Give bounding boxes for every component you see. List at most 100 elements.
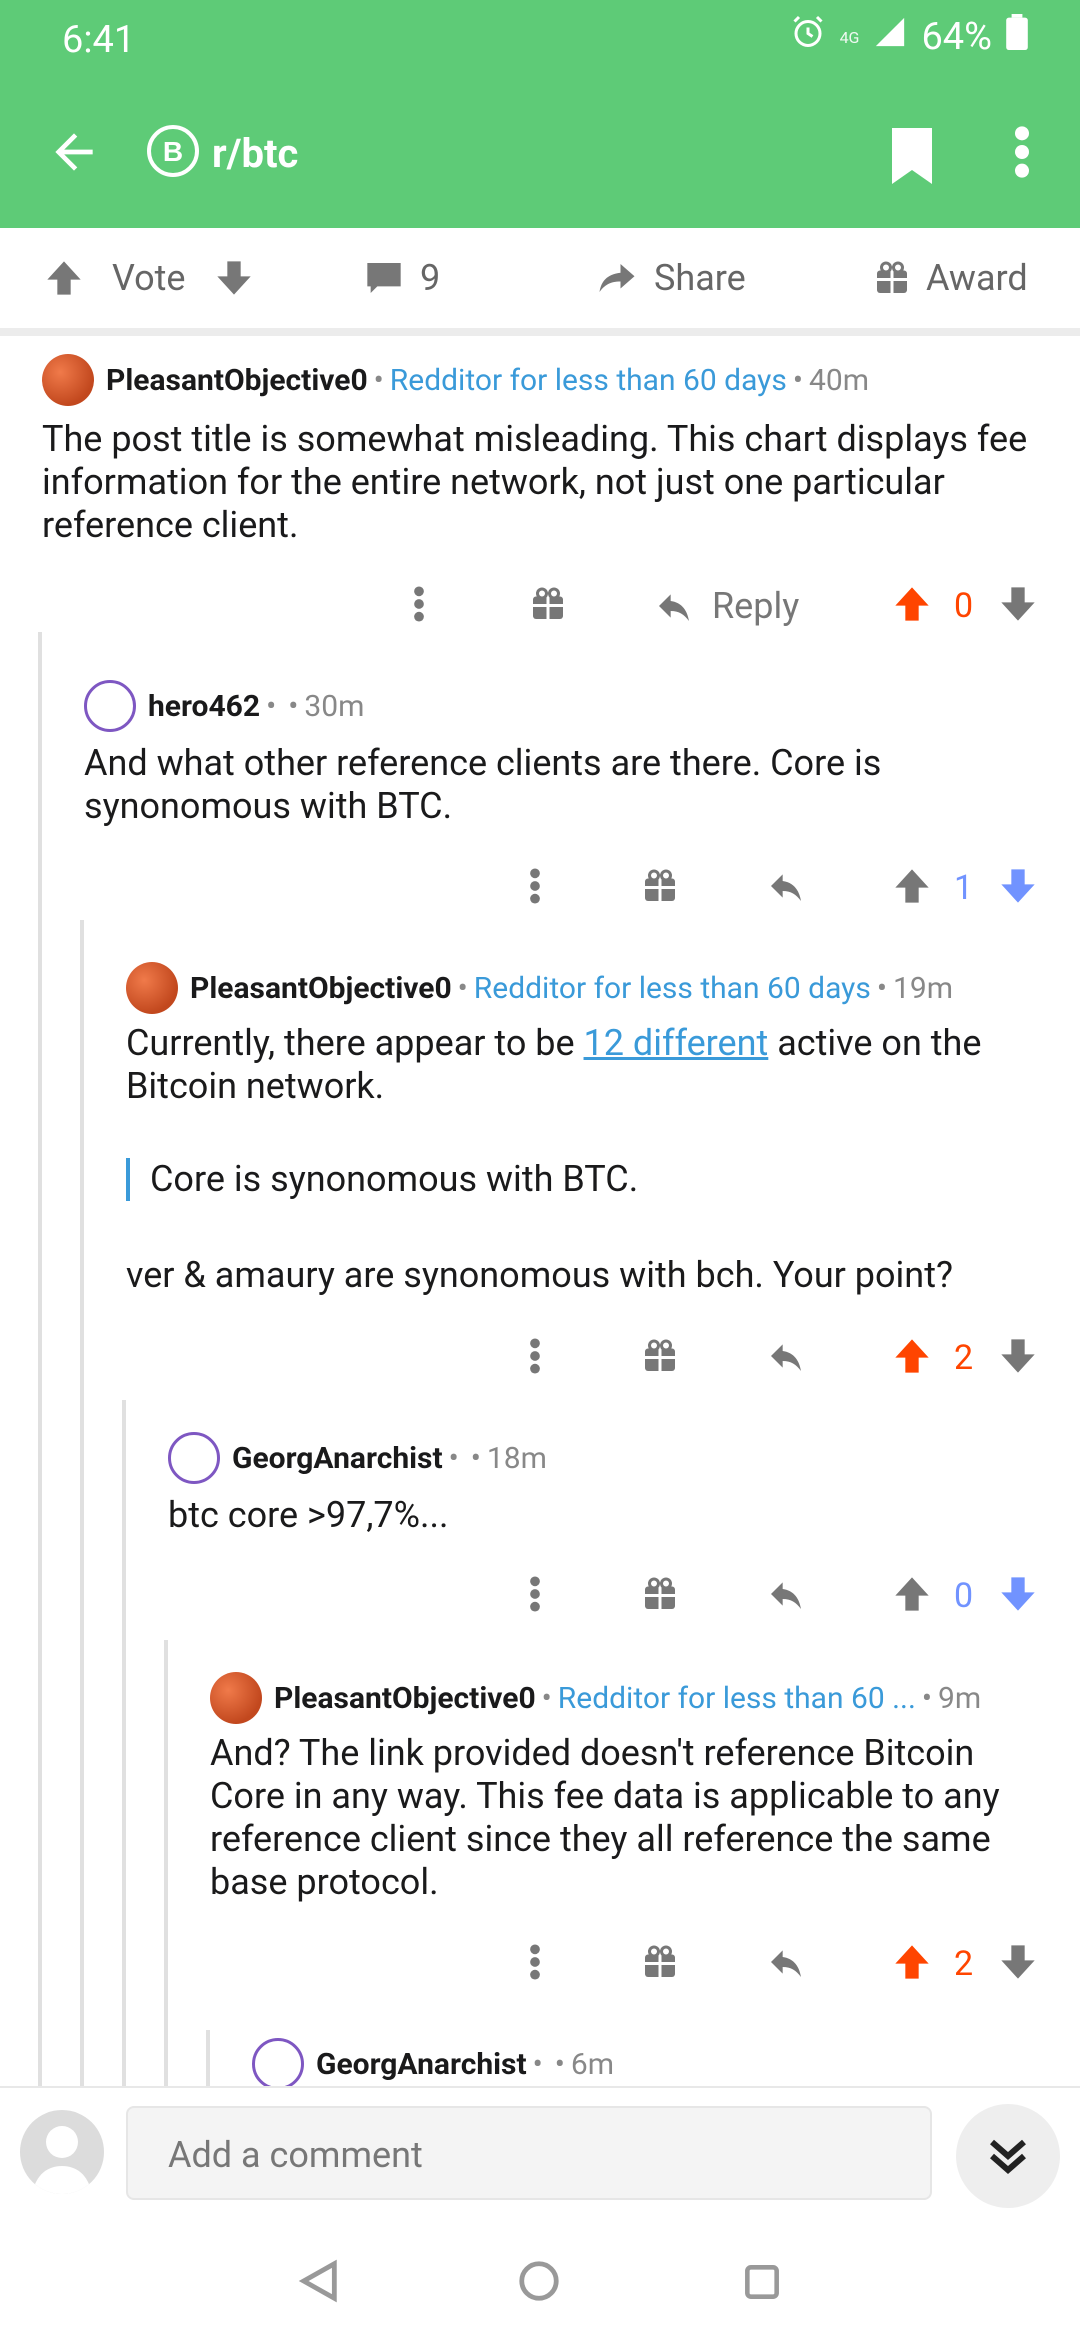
more-vertical-icon[interactable] [528,1575,542,1617]
blockquote: Core is synonomous with BTC. [126,1158,1030,1201]
reply-icon[interactable] [766,1574,806,1618]
comment-age: 30m [304,688,365,724]
user-avatar[interactable] [20,2110,104,2194]
downvote-icon[interactable] [998,866,1038,910]
upvote-icon[interactable] [892,584,932,628]
comment-age: 19m [892,970,953,1006]
comment-author[interactable]: hero462 [148,689,260,724]
reply-icon[interactable] [766,866,806,910]
thread-line[interactable] [80,920,84,2086]
share-icon [599,264,635,292]
gift-icon[interactable] [642,1338,678,1378]
comment-author[interactable]: PleasantObjective0 [274,1681,536,1716]
post-action-bar: Vote 9 Share Award [0,228,1080,336]
comment-score: 1 [954,868,974,908]
comment-body: btc core >97,7%... [168,1494,449,1536]
gift-icon[interactable] [642,868,678,908]
comment-score: 0 [954,586,974,626]
reply-icon [659,594,689,621]
downvote-icon[interactable] [998,584,1038,628]
downvote-icon[interactable] [998,1942,1038,1986]
thread-line[interactable] [164,1640,168,2086]
award-button[interactable]: Award [874,257,1028,299]
comment-body: Currently, there appear to be 12 differe… [126,1022,982,1107]
double-chevron-down-icon [990,2139,1026,2174]
upvote-icon[interactable] [892,1574,932,1618]
alarm-icon [790,14,826,60]
bitcoin-icon: B [146,124,200,182]
user-flair: Redditor for less than 60 days [389,362,787,398]
scroll-next-button[interactable] [956,2104,1060,2208]
comment-body: And what other reference clients are the… [84,742,882,827]
recents-square-icon[interactable] [740,2260,784,2308]
add-comment-placeholder: Add a comment [168,2134,423,2176]
gift-icon [877,261,907,293]
upvote-icon[interactable] [892,1942,932,1986]
more-vertical-icon[interactable] [528,867,542,909]
network-label: 4G [839,27,860,47]
comment-score: 0 [954,1576,974,1616]
share-button[interactable]: Share [596,257,746,299]
comment-author[interactable]: PleasantObjective0 [106,363,368,398]
add-comment-input[interactable]: Add a comment [126,2106,932,2200]
comment-age: 40m [808,362,869,398]
vote-control[interactable]: Vote [44,257,254,299]
more-vertical-icon[interactable] [412,585,426,627]
reply-icon[interactable] [766,1942,806,1986]
reply-button[interactable]: Reply [654,585,799,627]
avatar[interactable] [210,1672,262,1724]
more-vertical-icon[interactable] [528,1943,542,1985]
avatar[interactable] [252,2038,304,2090]
reply-icon[interactable] [766,1336,806,1380]
upvote-icon[interactable] [892,1336,932,1380]
upvote-icon[interactable] [44,258,84,298]
comment-age: 18m [486,1440,547,1476]
avatar[interactable] [42,354,94,406]
gift-icon[interactable] [642,1576,678,1616]
gift-icon[interactable] [642,1944,678,1984]
status-time: 6:41 [62,18,136,62]
back-triangle-icon[interactable] [296,2258,342,2308]
gift-icon[interactable] [530,586,566,626]
downvote-icon[interactable] [998,1574,1038,1618]
comment-body: The post title is somewhat misleading. T… [42,418,1028,546]
vote-label: Vote [112,257,186,299]
comment-icon [367,263,401,293]
comment-age: 6m [570,2046,615,2082]
system-nav-bar [0,2210,1080,2340]
downvote-icon[interactable] [214,258,254,298]
more-vertical-icon[interactable] [528,1337,542,1379]
more-vertical-icon[interactable] [1012,124,1032,184]
comment-body: And? The link provided doesn't reference… [210,1732,1000,1903]
signal-icon [873,15,907,59]
comments-count[interactable]: 9 [364,257,440,299]
avatar[interactable] [126,962,178,1014]
comment-author[interactable]: GeorgAnarchist [232,1441,443,1476]
downvote-icon[interactable] [998,1336,1038,1380]
back-arrow-icon[interactable] [46,124,102,184]
comment-score: 2 [954,1338,974,1378]
user-flair: Redditor for less than 60 days [473,970,871,1006]
status-bar: 6:41 4G 64% [0,0,1080,80]
comment-score: 2 [954,1944,974,1984]
battery-icon [1006,14,1028,60]
bookmark-icon[interactable] [888,128,936,188]
avatar[interactable] [168,1432,220,1484]
comment-link[interactable]: 12 different [584,1022,769,1064]
comment-author[interactable]: GeorgAnarchist [316,2047,527,2082]
upvote-icon[interactable] [892,866,932,910]
battery-percent: 64% [921,15,992,59]
comment-author[interactable]: PleasantObjective0 [190,971,452,1006]
comment-composer-bar: Add a comment [0,2086,1080,2212]
subreddit-header[interactable]: B r/btc [146,124,298,182]
subreddit-name: r/btc [212,129,299,177]
app-bar: B r/btc [0,80,1080,228]
comment-age: 9m [938,1680,982,1716]
home-circle-icon[interactable] [516,2258,562,2308]
svg-text:B: B [163,136,183,167]
person-icon [32,2126,92,2194]
user-flair: Redditor for less than 60 ... [557,1680,916,1716]
avatar[interactable] [84,680,136,732]
thread-line[interactable] [206,2030,210,2086]
comment-body: ver & amaury are synonomous with bch. Yo… [126,1254,953,1296]
